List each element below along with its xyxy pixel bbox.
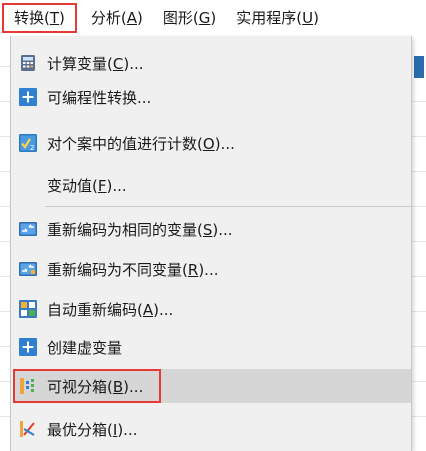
menu-transform[interactable]: 转换(T): [2, 3, 77, 33]
shift-values-mnemonic: F: [97, 176, 107, 195]
menu-item-recode-same-variables[interactable]: 重新编码为相同的变量(S)...: [11, 212, 411, 246]
menu-analyze[interactable]: 分析(A): [81, 3, 153, 33]
optimal-binning-icon: [19, 420, 37, 438]
automatic-recode-icon: [19, 300, 37, 318]
menu-item-create-dummy-variables[interactable]: 创建虚变量: [11, 330, 411, 364]
menu-utilities-label: 实用程序: [236, 9, 297, 27]
visual-binning-ellipsis: ...: [129, 377, 144, 396]
recode-same-icon: [19, 220, 37, 238]
menu-utilities-mnemonic: U: [302, 9, 314, 27]
count-values-icon: 2: [19, 134, 37, 152]
transform-dropdown-menu: 计算变量(C)... 可编程性转换... 2 对个案中的值进行计数(O)...: [10, 36, 412, 451]
menu-item-shift-values[interactable]: 变动值(F)...: [11, 168, 411, 202]
menu-item-programmability-transform[interactable]: 可编程性转换...: [11, 80, 411, 114]
recode-same-mnemonic: S: [202, 220, 213, 239]
optimal-binning-ellipsis: ...: [123, 420, 138, 439]
recode-same-ellipsis: ...: [218, 220, 233, 239]
calculator-icon: [19, 54, 37, 72]
optimal-binning-label: 最优分箱: [47, 420, 108, 439]
menu-item-optimal-binning[interactable]: 最优分箱(I)...: [11, 412, 411, 446]
menu-item-recode-different-variables[interactable]: 重新编码为不同变量(R)...: [11, 252, 411, 286]
visual-binning-label: 可视分箱: [47, 377, 108, 396]
menu-separator: [45, 206, 411, 207]
recode-different-icon: [19, 260, 37, 278]
compute-variable-ellipsis: ...: [129, 54, 144, 73]
optimal-binning-mnemonic: I: [112, 420, 118, 439]
recode-different-mnemonic: R: [187, 260, 199, 279]
automatic-recode-ellipsis: ...: [159, 300, 174, 319]
compute-variable-label: 计算变量: [47, 54, 108, 73]
count-values-label: 对个案中的值进行计数: [47, 134, 198, 153]
menu-analyze-label: 分析: [90, 9, 121, 27]
menu-transform-mnemonic: T: [49, 9, 60, 27]
automatic-recode-label: 自动重新编码: [47, 300, 138, 319]
create-dummy-variables-label: 创建虚变量: [47, 338, 123, 357]
programmability-transform-label: 可编程性转换: [47, 88, 138, 107]
menu-transform-label: 转换: [14, 9, 45, 27]
menu-analyze-mnemonic: A: [126, 9, 138, 27]
count-values-mnemonic: O: [202, 134, 215, 153]
recode-same-label: 重新编码为相同的变量: [47, 220, 198, 239]
shift-values-label: 变动值: [47, 176, 93, 195]
shift-values-ellipsis: ...: [112, 176, 127, 195]
count-values-ellipsis: ...: [220, 134, 235, 153]
visual-binning-icon: [19, 377, 37, 395]
menu-graphs-mnemonic: G: [198, 9, 211, 27]
menu-item-compute-variable[interactable]: 计算变量(C)...: [11, 46, 411, 80]
menu-bar: 转换(T) 分析(A) 图形(G) 实用程序(U): [0, 0, 426, 37]
menu-graphs-label: 图形: [162, 9, 193, 27]
menu-item-automatic-recode[interactable]: 自动重新编码(A)...: [11, 292, 411, 326]
plus-icon: [19, 88, 37, 106]
menu-item-visual-binning-highlight: [161, 369, 411, 403]
menu-graphs[interactable]: 图形(G): [153, 3, 226, 33]
programmability-transform-ellipsis: ...: [137, 88, 152, 107]
menu-item-visual-binning[interactable]: 可视分箱(B)...: [13, 369, 161, 403]
background-data-grid-right: [412, 36, 426, 451]
recode-different-label: 重新编码为不同变量: [47, 260, 183, 279]
menu-item-count-values[interactable]: 2 对个案中的值进行计数(O)...: [11, 126, 411, 160]
automatic-recode-mnemonic: A: [142, 300, 154, 319]
blank-icon-slot: [19, 176, 37, 194]
visual-binning-mnemonic: B: [112, 377, 124, 396]
menu-utilities[interactable]: 实用程序(U): [226, 3, 329, 33]
recode-different-ellipsis: ...: [204, 260, 219, 279]
plus-icon: [19, 338, 37, 356]
svg-text:2: 2: [30, 144, 34, 152]
compute-variable-mnemonic: C: [112, 54, 124, 73]
